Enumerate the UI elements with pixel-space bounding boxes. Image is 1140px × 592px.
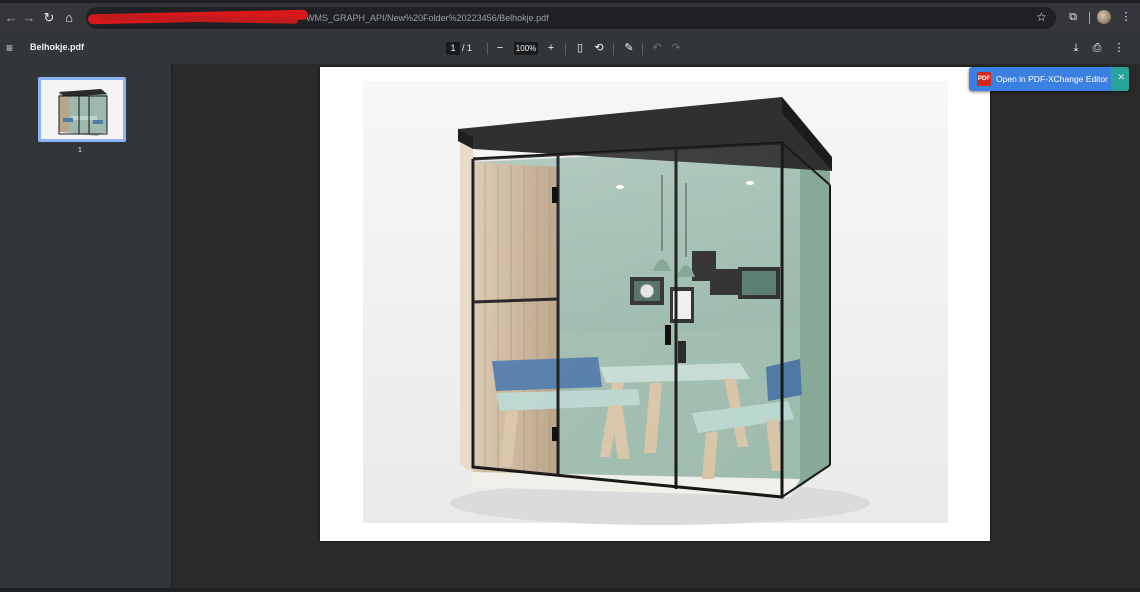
close-icon[interactable]: ✕	[1117, 72, 1125, 83]
pdf-viewer[interactable]	[173, 64, 1140, 588]
print-icon[interactable]: ⎙	[1090, 41, 1104, 55]
bookmark-star-icon[interactable]: ☆	[1036, 10, 1047, 24]
open-in-editor-button[interactable]: PDF Open in PDF-XChange Editor ✕	[969, 67, 1129, 91]
toolbar-divider	[642, 43, 643, 55]
browser-menu-icon[interactable]: ⋮	[1118, 9, 1134, 25]
home-icon[interactable]: ⌂	[60, 9, 78, 27]
toolbar-divider	[1089, 12, 1090, 24]
pdf-page	[320, 67, 990, 541]
annotate-pen-icon[interactable]: ✎	[622, 41, 636, 55]
redo-icon[interactable]: ↷	[669, 41, 683, 55]
fit-page-icon[interactable]: ▯	[573, 41, 587, 55]
toolbar-divider	[613, 43, 614, 55]
document-title: Belhokje.pdf	[30, 42, 85, 52]
profile-avatar[interactable]	[1097, 10, 1111, 24]
open-in-editor-label: Open in PDF-XChange Editor	[996, 74, 1108, 84]
thumbnail-sidebar: 1	[0, 64, 172, 592]
toolbar-divider	[565, 43, 566, 55]
thumbnail-page-number: 1	[78, 147, 82, 154]
page-number-input[interactable]: 1	[446, 42, 460, 55]
toolbar-divider	[487, 43, 488, 55]
undo-icon[interactable]: ↶	[650, 41, 664, 55]
menu-icon[interactable]: ≡	[6, 42, 18, 54]
window-bottom-edge	[0, 588, 1140, 592]
zoom-out-icon[interactable]: −	[493, 41, 507, 55]
browser-toolbar: ← → ↻ ⌂ ⊶ WMS_GRAPH_API/New%20Folder%202…	[0, 0, 1140, 34]
page-total: / 1	[462, 43, 473, 53]
pdf-xchange-logo-icon: PDF	[977, 72, 991, 86]
phone-booth-render	[363, 81, 948, 525]
pdf-toolbar: ≡ Belhokje.pdf 1 / 1 − 100% + ▯ ⟲ ✎ ↶ ↷ …	[0, 34, 1140, 64]
page-thumbnail[interactable]	[38, 77, 126, 142]
download-icon[interactable]: ⤓	[1069, 41, 1083, 55]
rotate-icon[interactable]: ⟲	[592, 41, 606, 55]
url-path: WMS_GRAPH_API/New%20Folder%20223456/Belh…	[306, 13, 549, 23]
extensions-icon[interactable]: ⧉	[1065, 9, 1081, 25]
booth-thumbnail-image	[41, 80, 123, 139]
arrow-forward-icon[interactable]: →	[20, 9, 38, 27]
arrow-back-icon[interactable]: ←	[2, 9, 20, 27]
reload-icon[interactable]: ↻	[40, 9, 58, 27]
more-actions-icon[interactable]: ⋮	[1112, 41, 1126, 55]
zoom-in-icon[interactable]: +	[544, 41, 558, 55]
zoom-input[interactable]: 100%	[514, 42, 538, 55]
